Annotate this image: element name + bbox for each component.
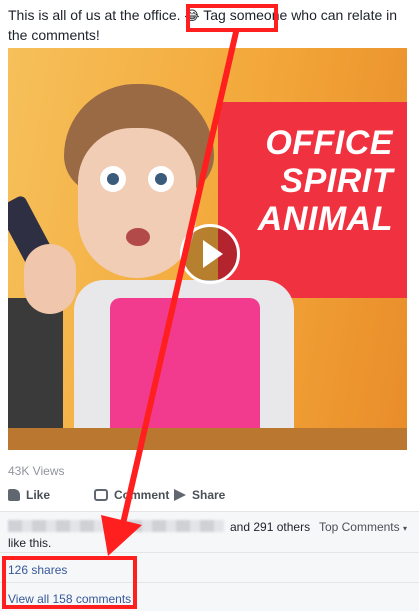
child-face [78,128,196,278]
post-actions-bar: Like Comment Share [8,488,411,508]
video-title-overlay: OFFICE SPIRIT ANIMAL [223,124,393,238]
share-arrow-icon [174,489,186,501]
comment-button[interactable]: Comment [94,488,169,502]
comment-label: Comment [114,488,170,502]
top-comments-label: Top Comments [318,520,400,534]
blurred-names [8,520,224,532]
play-icon[interactable] [180,224,240,284]
like-button[interactable]: Like [8,488,50,502]
right-eye [148,166,174,192]
chevron-down-icon: ▾ [402,524,407,533]
reactions-summary: and 291 others like this. Top Comments ▾ [0,512,419,552]
left-eye [100,166,126,192]
post-text-before: This is all of us at the office. [8,7,181,23]
comment-icon [94,489,108,501]
top-comments-dropdown[interactable]: Top Comments ▾ [319,520,407,534]
others-count[interactable]: and 291 others [230,520,310,534]
desk-shape [8,428,407,450]
view-count: 43K Views [8,464,65,478]
overlay-line-3: ANIMAL [257,200,393,238]
like-label: Like [26,488,51,502]
overlay-line-2: SPIRIT [280,162,393,200]
annotation-box-tag [186,4,278,32]
mouth [126,228,150,246]
video-player[interactable]: OFFICE SPIRIT ANIMAL [8,48,407,450]
overlay-line-1: OFFICE [265,124,393,162]
thumbs-up-icon [8,489,20,501]
share-button[interactable]: Share [174,488,225,502]
hand-shape [24,244,76,314]
share-label: Share [192,488,226,502]
annotation-box-comments [2,556,137,609]
like-this-text: like this. [8,536,52,550]
